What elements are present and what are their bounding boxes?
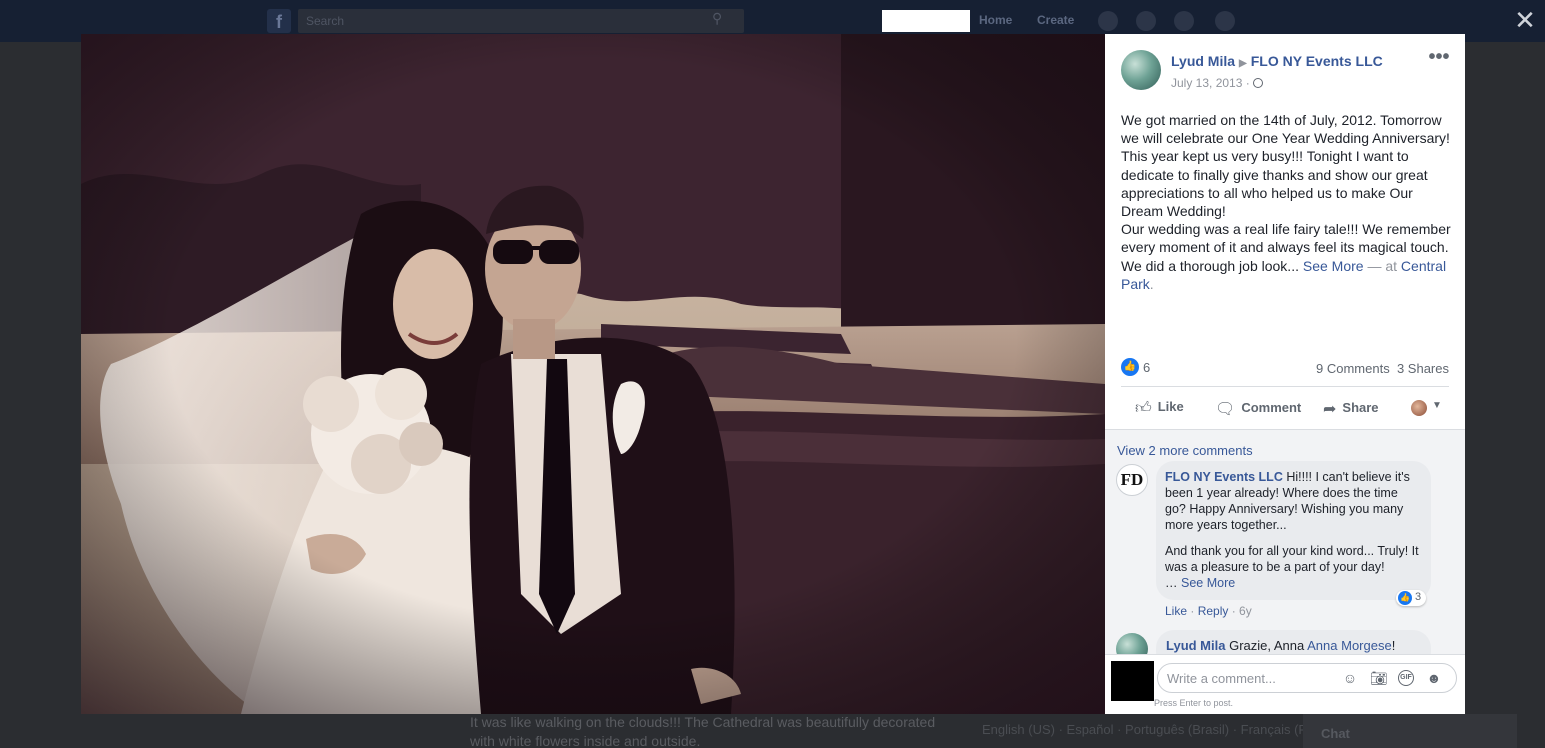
comments-shares-count: 9 Comments 3 Shares	[1316, 361, 1449, 376]
commenter-avatar[interactable]: FD	[1116, 464, 1148, 496]
notifications-icon	[1174, 11, 1194, 31]
chat-bar: Chat	[1303, 714, 1517, 748]
facebook-logo-icon: f	[267, 9, 291, 33]
share-icon: ➦	[1323, 401, 1337, 418]
post-text: We got married on the 14th of July, 2012…	[1121, 111, 1453, 293]
close-icon[interactable]: ✕	[1512, 6, 1538, 34]
author-name-link[interactable]: Lyud Mila	[1171, 53, 1235, 69]
background-search-input: Search	[298, 9, 744, 33]
redacted-profile-name	[882, 10, 970, 32]
wedding-photo-image	[81, 34, 1105, 714]
comment-icon: 🗨︎	[1215, 401, 1236, 418]
comments-count[interactable]: 9 Comments	[1316, 361, 1390, 376]
comment-see-more-link[interactable]: See More	[1181, 576, 1235, 590]
comment-age[interactable]: 6y	[1239, 604, 1252, 618]
shares-count[interactable]: 3 Shares	[1397, 361, 1449, 376]
chevron-down-icon[interactable]: ▼	[1432, 400, 1442, 411]
search-icon: ⚲	[712, 10, 723, 26]
background-post-text: It was like walking on the clouds!!! The…	[470, 714, 936, 748]
comment-actions: Like · Reply · 6y	[1165, 604, 1252, 618]
comment-author-link[interactable]: Lyud Mila	[1166, 638, 1225, 653]
nav-home: Home	[979, 13, 1013, 27]
reaction-count[interactable]: 6	[1143, 360, 1150, 375]
post-as-avatar[interactable]	[1411, 400, 1427, 416]
post-photo[interactable]	[81, 34, 1105, 714]
like-reaction-icon: 👍	[1398, 591, 1412, 605]
comment-text-1: FLO NY Events LLC Hi!!!! I can't believe…	[1165, 469, 1421, 533]
nav-create: Create	[1037, 13, 1075, 27]
like-label: Like	[1157, 399, 1184, 414]
comments-section: View 2 more comments FD FLO NY Events LL…	[1105, 429, 1465, 670]
reactions-summary: 👍 6 9 Comments 3 Shares	[1121, 358, 1449, 376]
comment-text-2: And thank you for all your kind word... …	[1165, 543, 1421, 591]
current-user-avatar	[1111, 661, 1154, 701]
chat-label: Chat	[1321, 726, 1350, 741]
post-meta: July 13, 2013 ·	[1171, 76, 1263, 90]
comment-author-link[interactable]: FLO NY Events LLC	[1165, 470, 1283, 484]
avatar-monogram: FD	[1120, 470, 1144, 489]
post-header: Lyud Mila ▶ FLO NY Events LLC	[1171, 53, 1383, 69]
help-icon	[1215, 11, 1235, 31]
messenger-icon	[1136, 11, 1156, 31]
comment-body: Grazie, Anna	[1225, 638, 1308, 653]
comment-body-2: And thank you for all your kind word... …	[1165, 544, 1419, 574]
author-avatar[interactable]	[1121, 50, 1161, 90]
background-languages: English (US) · Español · Português (Bras…	[982, 722, 1344, 737]
comment-reactions[interactable]: 👍 3	[1396, 590, 1427, 606]
friends-icon	[1098, 11, 1118, 31]
mention-link[interactable]: Anna Morgese	[1307, 638, 1392, 653]
right-arrow-icon: ▶	[1239, 58, 1247, 69]
post-paragraph-1: We got married on the 14th of July, 2012…	[1121, 112, 1450, 220]
share-button[interactable]: ➦ Share	[1323, 399, 1379, 419]
post-actions: 👍︎ Like 🗨︎ Comment ➦ Share ▼	[1121, 394, 1453, 424]
period: .	[1149, 275, 1154, 292]
comment-tail: !	[1391, 638, 1396, 653]
emoji-icon[interactable]: ☺	[1342, 670, 1358, 686]
share-label: Share	[1342, 400, 1379, 415]
thumbs-up-icon: 👍︎	[1135, 400, 1152, 417]
comment-composer: ☺ 📷︎ GIF ☻ Press Enter to post.	[1105, 654, 1465, 714]
like-button[interactable]: 👍︎ Like	[1135, 399, 1184, 418]
see-more-link[interactable]: See More	[1303, 258, 1364, 274]
ellipsis: …	[1165, 576, 1181, 590]
gif-icon[interactable]: GIF	[1398, 670, 1414, 686]
camera-icon[interactable]: 📷︎	[1370, 670, 1388, 686]
post-side-panel: Lyud Mila ▶ FLO NY Events LLC July 13, 201…	[1105, 34, 1465, 714]
post-date[interactable]: July 13, 2013	[1171, 76, 1242, 90]
globe-icon	[1252, 78, 1263, 88]
press-enter-hint: Press Enter to post.	[1154, 698, 1234, 708]
at-separator: — at	[1363, 257, 1401, 274]
page-name-link[interactable]: FLO NY Events LLC	[1251, 53, 1383, 69]
comment-like-link[interactable]: Like	[1165, 604, 1187, 618]
comment-reply-link[interactable]: Reply	[1198, 604, 1229, 618]
sticker-icon[interactable]: ☻	[1426, 670, 1442, 686]
comment-button[interactable]: 🗨︎ Comment	[1215, 399, 1301, 419]
like-reaction-icon[interactable]: 👍	[1121, 358, 1139, 376]
post-paragraph-3: We did a thorough job look... See More —…	[1121, 257, 1453, 293]
comment-bubble: FLO NY Events LLC Hi!!!! I can't believe…	[1156, 461, 1431, 600]
post-text-truncated: We did a thorough job look...	[1121, 257, 1303, 274]
comment-reaction-count: 3	[1415, 591, 1422, 603]
more-options-button[interactable]: •••	[1425, 47, 1453, 70]
comment-label: Comment	[1241, 400, 1302, 415]
divider	[1121, 386, 1449, 387]
post-paragraph-2: Our wedding was a real life fairy tale!!…	[1121, 221, 1451, 256]
view-more-comments-link[interactable]: View 2 more comments	[1117, 443, 1253, 458]
